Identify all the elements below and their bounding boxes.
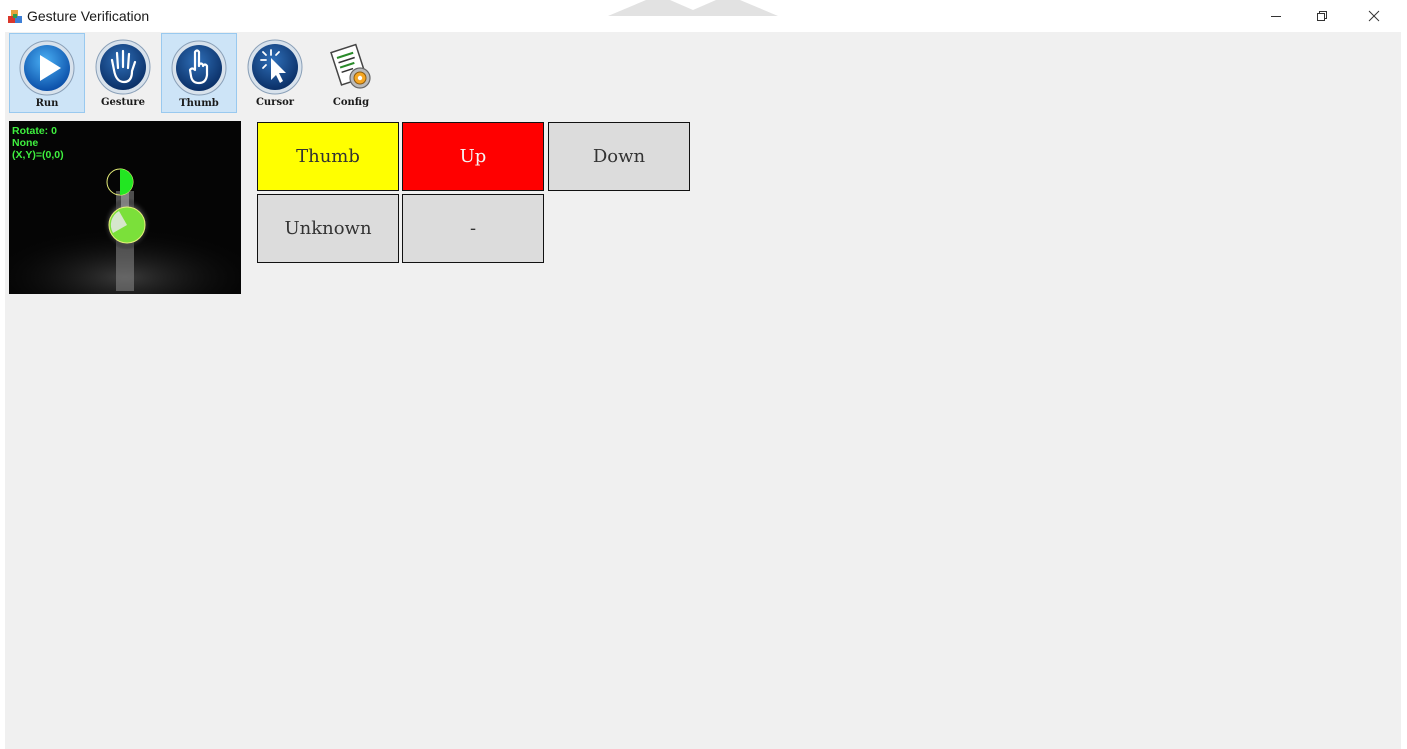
gesture-button[interactable]: Gesture: [85, 33, 161, 113]
close-icon: [1368, 10, 1380, 22]
window-border-left: [0, 32, 5, 749]
run-label: Run: [35, 98, 59, 109]
minimize-button[interactable]: [1253, 0, 1299, 32]
pointing-finger-icon: [171, 40, 227, 96]
title-bar: Gesture Verification: [0, 0, 1407, 32]
rotate-readout: Rotate: 0: [12, 125, 57, 137]
cursor-button[interactable]: Cursor: [237, 33, 313, 113]
gesture-readout: None: [12, 137, 39, 149]
document-gear-icon: [330, 43, 371, 89]
camera-preview: Rotate: 0 None (X,Y)=(0,0): [9, 121, 241, 294]
result-cell-up: Up: [402, 122, 544, 191]
minimize-icon: [1271, 16, 1281, 17]
camera-feed-image: [9, 168, 241, 294]
cursor-label: Cursor: [255, 97, 295, 108]
hand-icon: [95, 39, 151, 95]
run-button[interactable]: Run: [9, 33, 85, 113]
coordinate-readout: (X,Y)=(0,0): [12, 149, 64, 161]
window-border-right: [1401, 32, 1407, 749]
result-cell-thumb: Thumb: [257, 122, 399, 191]
gesture-label: Gesture: [100, 97, 146, 108]
close-button[interactable]: [1351, 0, 1397, 32]
result-cell-unknown: Unknown: [257, 194, 399, 263]
thumb-label: Thumb: [179, 98, 219, 109]
result-cell-dash: -: [402, 194, 544, 263]
config-label: Config: [332, 97, 370, 108]
title-decoration: [608, 0, 778, 16]
play-icon: [19, 40, 75, 96]
result-cell-down: Down: [548, 122, 690, 191]
thumb-button[interactable]: Thumb: [161, 33, 237, 113]
restore-icon: [1317, 11, 1327, 21]
restore-button[interactable]: [1299, 0, 1345, 32]
config-button[interactable]: Config: [313, 33, 389, 113]
cursor-click-icon: [247, 39, 303, 95]
window-title: Gesture Verification: [27, 8, 150, 24]
app-icon: [8, 10, 22, 23]
